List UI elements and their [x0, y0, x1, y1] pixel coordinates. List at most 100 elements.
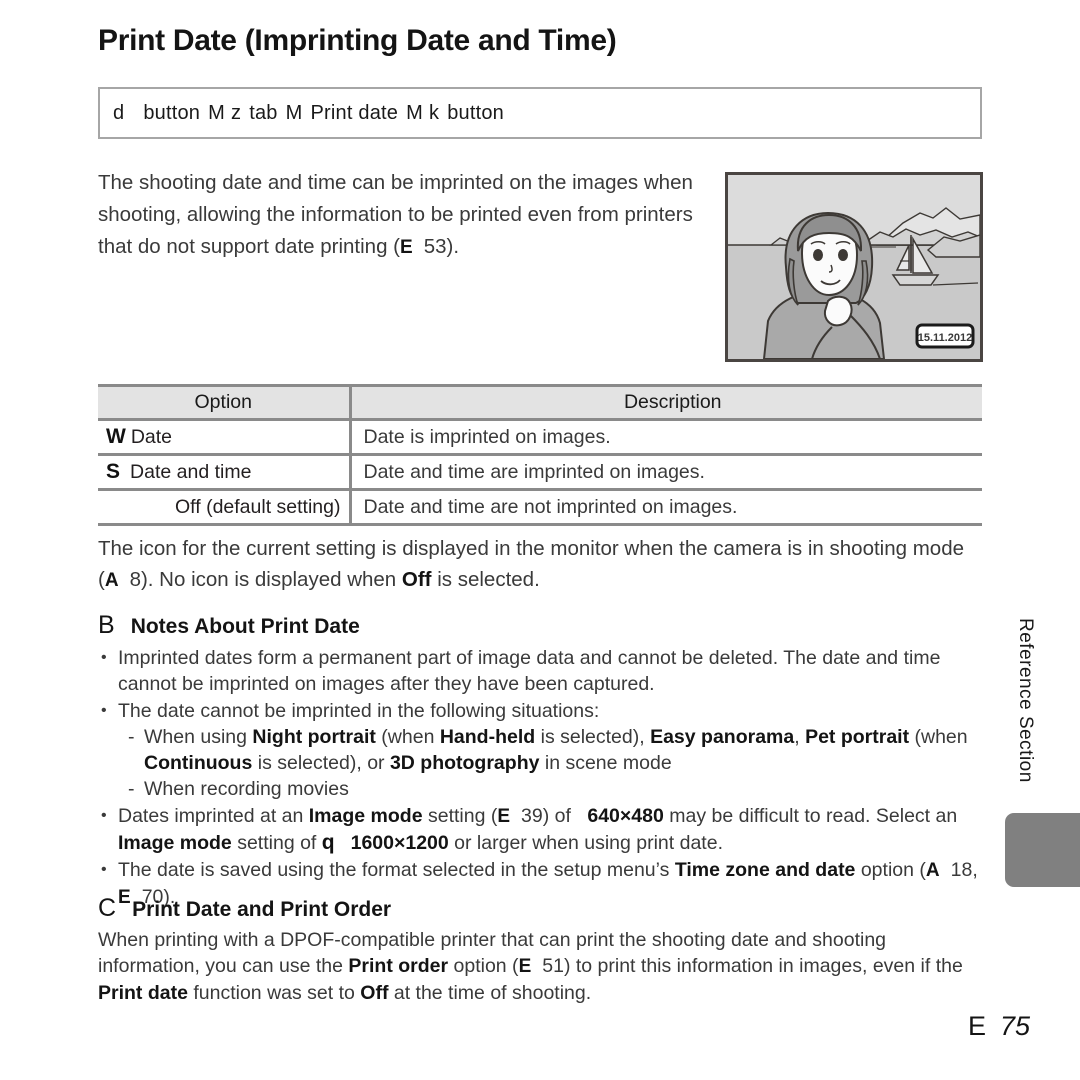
image-size-icon: q: [321, 831, 335, 854]
notes-sub-list: When using Night portrait (when Hand-hel…: [118, 724, 988, 802]
para-text: at the time of shooting.: [388, 982, 592, 1004]
bold-image-size-640: 640×480: [587, 805, 664, 827]
list-item: Dates imprinted at an Image mode setting…: [98, 803, 988, 856]
manual-page: Print Date (Imprinting Date and Time) db…: [0, 0, 1080, 1080]
list-item: Imprinted dates form a permanent part of…: [98, 645, 988, 697]
print-order-heading: C Print Date and Print Order: [98, 896, 988, 922]
sub-text: in scene mode: [539, 752, 672, 774]
list-item: When using Night portrait (when Hand-hel…: [124, 724, 988, 776]
section-side-label: Reference Section: [1015, 618, 1036, 783]
sub-text: When using: [144, 726, 253, 748]
sub-text: (when: [909, 726, 968, 748]
bullet-text: option (: [855, 859, 926, 881]
date-and-time-icon: S: [106, 460, 121, 483]
intro-text-1: The shooting date and time can be imprin…: [98, 171, 693, 258]
bold-print-date: Print date: [98, 982, 188, 1004]
camera-reference-icon: A: [104, 570, 119, 591]
bold-3d-photography: 3D photography: [389, 752, 540, 774]
arrow-right-icon-3: M: [406, 101, 423, 124]
option-label: Date and time: [130, 461, 252, 483]
menu-button-icon: d: [113, 101, 125, 124]
bold-time-zone-and-date: Time zone and date: [674, 859, 856, 881]
option-cell-date-and-time: S Date and time: [98, 453, 352, 491]
print-order-heading-text: Print Date and Print Order: [132, 898, 392, 921]
after-table-text-3: is selected.: [431, 568, 540, 591]
table-row: S Date and time Date and time are imprint…: [98, 453, 982, 491]
option-cell-off: Off (default setting): [98, 488, 352, 526]
after-table-paragraph: The icon for the current setting is disp…: [98, 533, 988, 596]
para-text: option (: [448, 955, 519, 977]
off-bold-label: Off: [401, 568, 432, 591]
bullet-text: ,: [972, 859, 978, 881]
option-label: Date: [130, 426, 173, 448]
setup-tab-icon: z: [231, 101, 242, 124]
navigation-path-box: d button Mz tab M Print date Mk button: [98, 87, 982, 139]
description-cell: Date and time are not imprinted on image…: [350, 488, 982, 526]
list-item: The date cannot be imprinted in the foll…: [98, 698, 988, 802]
table-row: Off (default setting) Date and time are …: [98, 488, 982, 526]
options-table: Option Description W Date Date is imprint…: [98, 384, 982, 526]
notes-heading-text: Notes About Print Date: [130, 615, 360, 638]
intro-paragraph: The shooting date and time can be imprin…: [98, 167, 698, 264]
bold-off: Off: [360, 982, 389, 1004]
sub-text: ,: [794, 726, 806, 748]
bullet-intro-text: The date cannot be imprinted in the foll…: [118, 700, 600, 722]
bold-continuous: Continuous: [144, 752, 253, 774]
column-header-description: Description: [350, 384, 982, 421]
intro-ref-page: 53: [423, 235, 447, 258]
bullet-text: setting of: [231, 832, 322, 854]
reference-symbol-icon: E: [400, 237, 413, 258]
description-cell: Date is imprinted on images.: [350, 419, 982, 456]
notes-heading: B Notes About Print Date: [98, 613, 988, 639]
reference-section-icon: E: [967, 1011, 986, 1041]
bold-pet-portrait: Pet portrait: [805, 726, 910, 748]
option-cell-date: W Date: [98, 419, 352, 456]
reference-symbol-icon: E: [497, 806, 511, 827]
para-text: function was set to: [187, 982, 361, 1004]
description-cell: Date and time are imprinted on images.: [350, 453, 982, 491]
bullet-text: or larger when using print date.: [448, 832, 723, 854]
print-order-paragraph: When printing with a DPOF-compatible pri…: [98, 927, 988, 1006]
table-row: W Date Date is imprinted on images.: [98, 419, 982, 456]
bullet-ref-page: 18: [950, 859, 973, 881]
info-badge-icon: C: [98, 894, 117, 922]
bold-night-portrait: Night portrait: [252, 726, 376, 748]
notes-bullet-list: Imprinted dates form a permanent part of…: [98, 645, 988, 911]
sample-photo-illustration: 15.11.2012: [725, 172, 983, 362]
para-ref-page: 51: [542, 955, 564, 977]
nav-label-print-date: Print date: [310, 101, 399, 124]
bullet-text: The date is saved using the format selec…: [118, 859, 675, 881]
arrow-right-icon-2: M: [285, 101, 303, 124]
para-text: ) to print this information in images, e…: [563, 955, 963, 977]
bullet-text: ) of: [542, 805, 577, 827]
list-item: When recording movies: [124, 776, 988, 802]
page-footer: E 75: [0, 1011, 1030, 1042]
bold-hand-held: Hand-held: [439, 726, 536, 748]
nav-label-button-1: button: [143, 101, 201, 124]
bold-print-order: Print order: [348, 955, 449, 977]
intro-text-2: ).: [446, 235, 460, 258]
navigation-path: d button Mz tab M Print date Mk button: [110, 102, 504, 125]
nav-label-tab: tab: [249, 101, 278, 124]
notes-about-print-date-section: B Notes About Print Date Imprinted dates…: [98, 613, 988, 912]
bold-easy-panorama: Easy panorama: [650, 726, 795, 748]
page-title: Print Date (Imprinting Date and Time): [98, 24, 617, 57]
camera-reference-icon: A: [925, 860, 940, 881]
page-number: 75: [999, 1011, 1030, 1041]
section-side-tab: [1005, 813, 1080, 887]
after-table-text-2: ). No icon is displayed when: [140, 568, 402, 591]
bullet-text: setting (: [422, 805, 498, 827]
bold-image-mode-2: Image mode: [118, 832, 232, 854]
bullet-text: may be difficult to read. Select an: [663, 805, 958, 827]
reference-symbol-icon: E: [518, 956, 532, 977]
caution-badge-icon: B: [98, 611, 115, 639]
arrow-right-icon-1: M: [208, 101, 226, 124]
bullet-text: Dates imprinted at an: [118, 805, 309, 827]
nav-label-button-2: button: [447, 101, 504, 124]
photo-scene-svg: 15.11.2012: [728, 175, 980, 359]
table-header-row: Option Description: [98, 384, 982, 421]
bold-image-mode-1: Image mode: [308, 805, 423, 827]
bullet-ref-page: 39: [521, 805, 543, 827]
bold-image-size-1600: 1600×1200: [350, 832, 449, 854]
date-stamp-text: 15.11.2012: [918, 332, 972, 344]
